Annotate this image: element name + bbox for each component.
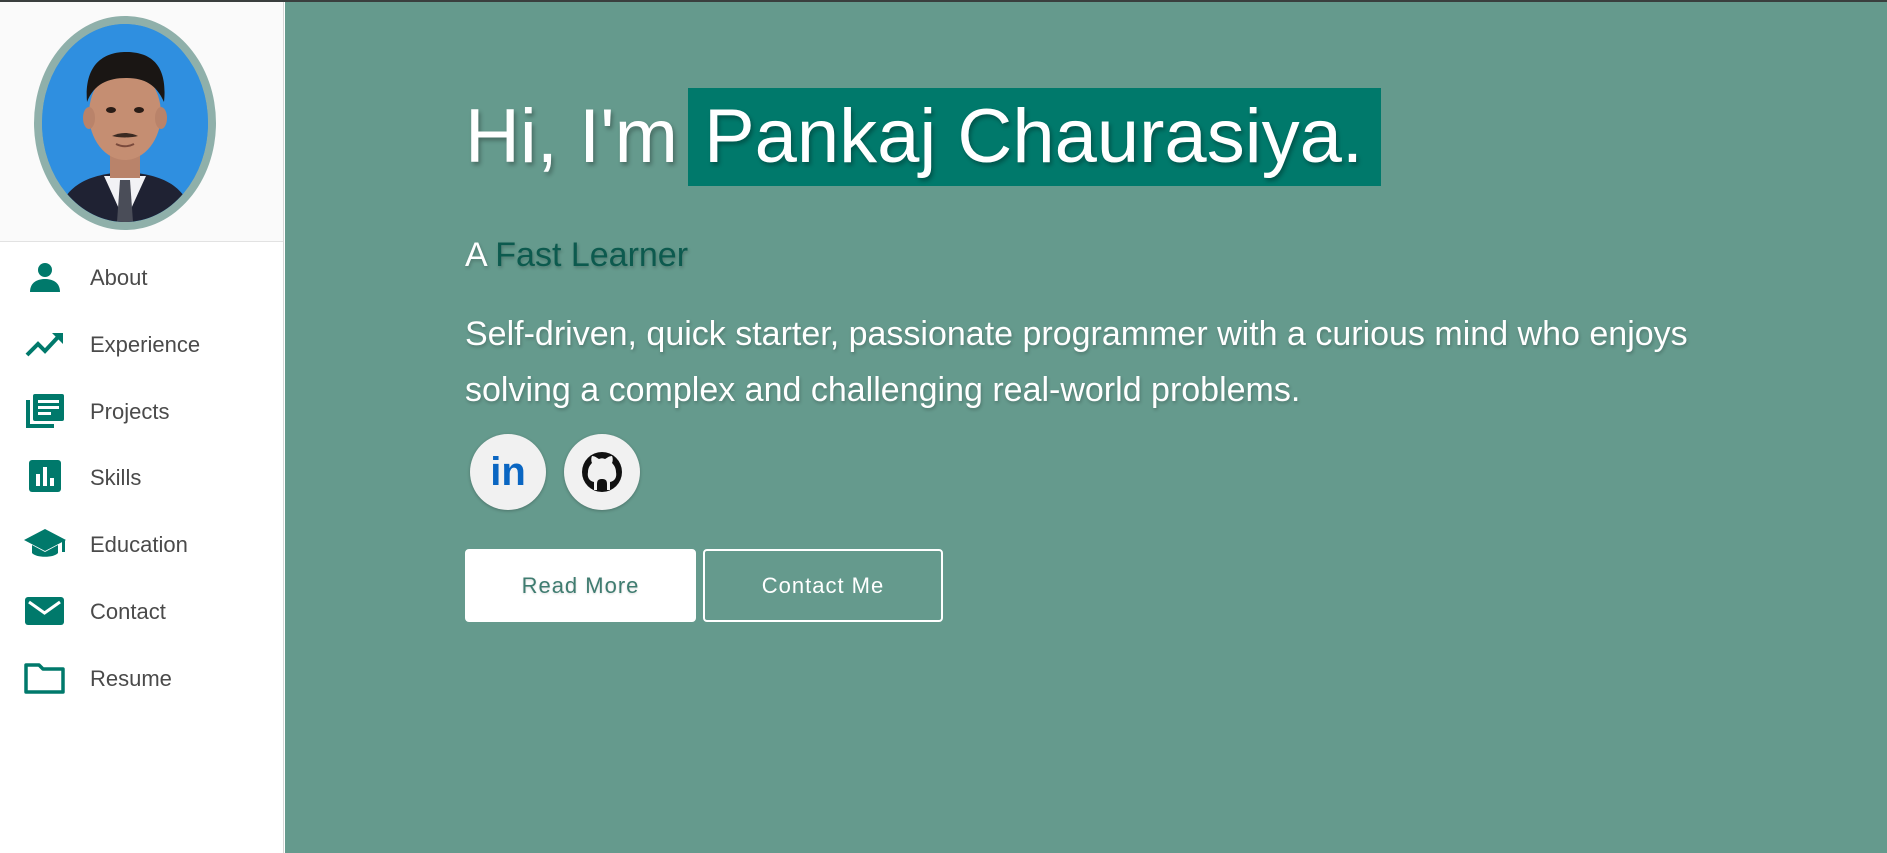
main-content: Hi, I'm Pankaj Chaurasiya. A Fast Learner… (285, 0, 1887, 853)
hero-greeting: Hi, I'm (465, 94, 678, 179)
avatar (34, 16, 216, 230)
bar-chart-icon (24, 460, 66, 494)
profile-photo (42, 24, 208, 222)
sidebar-item-contact[interactable]: Contact (0, 580, 283, 636)
sidebar-item-label: Projects (90, 399, 170, 424)
profile-header (0, 0, 283, 242)
trending-up-icon (24, 327, 66, 361)
school-icon (24, 527, 66, 561)
folder-icon (24, 661, 66, 695)
sidebar-item-label: About (90, 265, 148, 290)
sidebar-item-label: Education (90, 532, 188, 557)
sidebar-item-label: Experience (90, 332, 201, 357)
hero-title: Hi, I'm Pankaj Chaurasiya. (465, 88, 1381, 186)
top-border (0, 0, 1887, 2)
linkedin-button[interactable]: in (470, 434, 546, 510)
sidebar-item-label: Resume (90, 666, 172, 691)
person-icon (24, 260, 66, 294)
subtitle-prefix: A (465, 236, 486, 274)
sidebar: About Experience Projects Skills Educati (0, 0, 284, 853)
sidebar-item-label: Skills (90, 465, 142, 490)
github-icon (582, 452, 622, 492)
sidebar-item-skills[interactable]: Skills (0, 446, 283, 502)
mail-icon (24, 594, 66, 628)
hero-name: Pankaj Chaurasiya. (687, 88, 1381, 186)
subtitle-accent: Fast Learner (495, 236, 689, 274)
sidebar-item-education[interactable]: Education (0, 513, 283, 569)
sidebar-item-resume[interactable]: Resume (0, 647, 283, 703)
github-button[interactable] (564, 434, 640, 510)
read-more-button[interactable]: Read More (465, 549, 696, 622)
hero-description: Self-driven, quick starter, passionate p… (465, 315, 1688, 409)
library-books-icon (24, 394, 66, 428)
sidebar-item-label: Contact (90, 599, 166, 624)
hero-subtitle: A Fast Learner (465, 236, 688, 275)
sidebar-item-about[interactable]: About (0, 246, 283, 302)
contact-me-button[interactable]: Contact Me (703, 549, 943, 622)
linkedin-icon: in (490, 450, 526, 494)
sidebar-item-experience[interactable]: Experience (0, 313, 283, 369)
sidebar-item-projects[interactable]: Projects (0, 380, 283, 436)
svg-text:in: in (490, 450, 526, 494)
